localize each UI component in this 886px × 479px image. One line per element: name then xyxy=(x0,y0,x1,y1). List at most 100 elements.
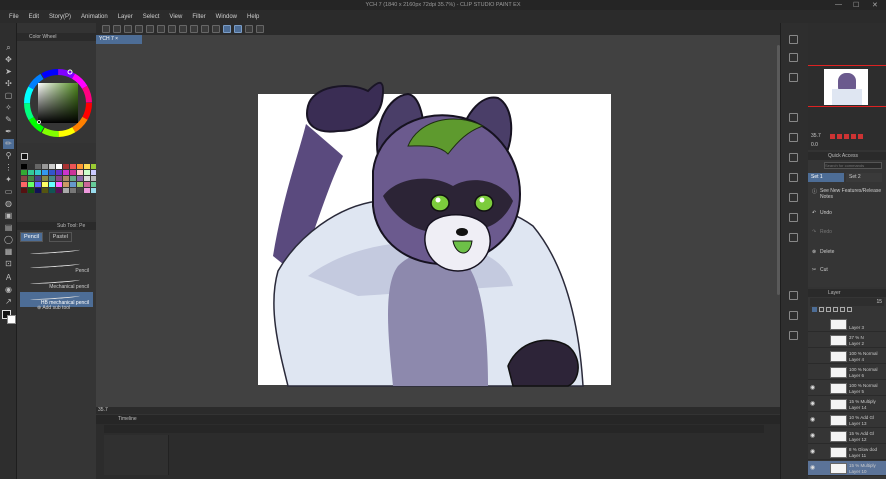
color-swatch[interactable] xyxy=(35,170,41,175)
color-wheel[interactable] xyxy=(22,67,94,139)
fit-icon[interactable] xyxy=(844,134,849,139)
set-2-tab[interactable]: Set 2 xyxy=(846,173,882,182)
dock-icon[interactable] xyxy=(789,173,798,182)
actual-size-icon[interactable] xyxy=(851,134,856,139)
menu-animation[interactable]: Animation xyxy=(76,14,113,20)
invert-selection-icon[interactable] xyxy=(212,25,220,33)
color-swatch[interactable] xyxy=(70,176,76,181)
settings-icon[interactable] xyxy=(256,25,264,33)
sub-color-swatch[interactable] xyxy=(7,315,16,324)
color-swatch[interactable] xyxy=(56,188,62,193)
export-icon[interactable] xyxy=(135,25,143,33)
layer-opacity[interactable]: 15 xyxy=(876,299,882,305)
color-swatch[interactable] xyxy=(35,182,41,187)
dock-icon[interactable] xyxy=(789,331,798,340)
color-swatch[interactable] xyxy=(84,188,90,193)
text-icon[interactable]: A xyxy=(3,273,14,283)
save-icon[interactable] xyxy=(124,25,132,33)
color-swatch[interactable] xyxy=(56,176,62,181)
color-swatch[interactable] xyxy=(77,170,83,175)
mask-icon[interactable] xyxy=(840,307,845,312)
color-swatch[interactable] xyxy=(42,188,48,193)
color-swatch[interactable] xyxy=(56,164,62,169)
color-swatch[interactable] xyxy=(21,176,27,181)
color-swatch[interactable] xyxy=(35,176,41,181)
navigator-zoom[interactable]: 35.7 xyxy=(811,133,821,139)
ruler-icon[interactable]: ⊡ xyxy=(3,259,14,269)
close-tab-icon[interactable]: × xyxy=(115,36,118,42)
clip-icon[interactable] xyxy=(812,307,817,312)
color-swatch[interactable] xyxy=(28,176,34,181)
menu-file[interactable]: File xyxy=(4,14,24,20)
visibility-eye-icon[interactable]: ◉ xyxy=(810,384,815,391)
move-layer-icon[interactable]: ✣ xyxy=(3,79,14,89)
color-swatch[interactable] xyxy=(35,188,41,193)
color-swatch[interactable] xyxy=(49,176,55,181)
color-swatch[interactable] xyxy=(56,170,62,175)
color-swatch[interactable] xyxy=(28,170,34,175)
eraser-icon[interactable]: ▭ xyxy=(3,187,14,197)
menu-help[interactable]: Help xyxy=(242,14,264,20)
brush-item-mechanical-pencil[interactable]: Mechanical pencil xyxy=(20,276,93,291)
snap-special-ruler-icon[interactable] xyxy=(234,25,242,33)
color-swatch[interactable] xyxy=(63,164,69,169)
decoration-icon[interactable]: ✦ xyxy=(3,175,14,185)
dock-icon[interactable] xyxy=(789,311,798,320)
color-swatch[interactable] xyxy=(63,188,69,193)
blend-mode-row[interactable]: 15 xyxy=(810,298,884,306)
dock-icon[interactable] xyxy=(789,291,798,300)
menu-window[interactable]: Window xyxy=(211,14,242,20)
visibility-eye-icon[interactable]: ◉ xyxy=(810,448,815,455)
visibility-eye-icon[interactable]: ◉ xyxy=(810,416,815,423)
color-swatch[interactable] xyxy=(63,182,69,187)
brush-icon[interactable]: ⚲ xyxy=(3,151,14,161)
color-swatch[interactable] xyxy=(84,164,90,169)
maximize-button[interactable]: ☐ xyxy=(853,1,859,9)
dock-icon[interactable] xyxy=(789,35,798,44)
fill-icon[interactable] xyxy=(190,25,198,33)
color-swatch[interactable] xyxy=(77,164,83,169)
visibility-eye-icon[interactable]: ◉ xyxy=(810,432,815,439)
color-swatch[interactable] xyxy=(70,188,76,193)
snap-grid-icon[interactable] xyxy=(245,25,253,33)
color-swatch[interactable] xyxy=(42,170,48,175)
layer-row[interactable]: 100 % Normal Layer 6 xyxy=(808,365,886,380)
dock-icon[interactable] xyxy=(789,193,798,202)
lock-alpha-icon[interactable] xyxy=(833,307,838,312)
gradient-icon[interactable]: ▤ xyxy=(3,223,14,233)
color-swatch[interactable] xyxy=(28,164,34,169)
color-swatch[interactable] xyxy=(63,170,69,175)
menu-filter[interactable]: Filter xyxy=(187,14,210,20)
dock-icon[interactable] xyxy=(789,133,798,142)
zoom-in-icon[interactable] xyxy=(830,134,835,139)
balloon-icon[interactable]: ◉ xyxy=(3,285,14,295)
add-sub-tool-button[interactable]: ⊕ Add sub tool xyxy=(37,305,70,311)
color-swatch[interactable] xyxy=(21,182,27,187)
correct-line-icon[interactable]: ↗ xyxy=(3,297,14,307)
selection-icon[interactable]: ▢ xyxy=(3,91,14,101)
frame-icon[interactable]: ▦ xyxy=(3,247,14,257)
navigator-rotation[interactable]: 0.0 xyxy=(811,142,818,148)
color-swatches[interactable] xyxy=(21,164,97,193)
document-tab[interactable]: YCH 7 × xyxy=(96,35,142,44)
menu-select[interactable]: Select xyxy=(138,14,165,20)
redo-icon[interactable] xyxy=(157,25,165,33)
color-swatch[interactable] xyxy=(42,176,48,181)
color-swatch[interactable] xyxy=(49,164,55,169)
visibility-eye-icon[interactable]: ◉ xyxy=(810,464,815,471)
figure-icon[interactable]: ◯ xyxy=(3,235,14,245)
visibility-eye-icon[interactable]: ◉ xyxy=(810,400,815,407)
ref-layer-icon[interactable] xyxy=(819,307,824,312)
command-search-input[interactable] xyxy=(824,162,882,169)
color-swatch[interactable] xyxy=(35,164,41,169)
close-button[interactable]: ✕ xyxy=(872,1,878,9)
layer-row[interactable]: 37 % N Layer 2 xyxy=(808,333,886,348)
color-swatch[interactable] xyxy=(28,188,34,193)
menu-story[interactable]: Story(P) xyxy=(44,14,76,20)
brush-item-pencil[interactable]: Pencil xyxy=(20,260,93,275)
color-swatch[interactable] xyxy=(70,170,76,175)
color-swatch[interactable] xyxy=(77,182,83,187)
zoom-icon[interactable]: ⌕ xyxy=(3,43,14,53)
color-swatch[interactable] xyxy=(56,182,62,187)
color-swatch[interactable] xyxy=(63,176,69,181)
